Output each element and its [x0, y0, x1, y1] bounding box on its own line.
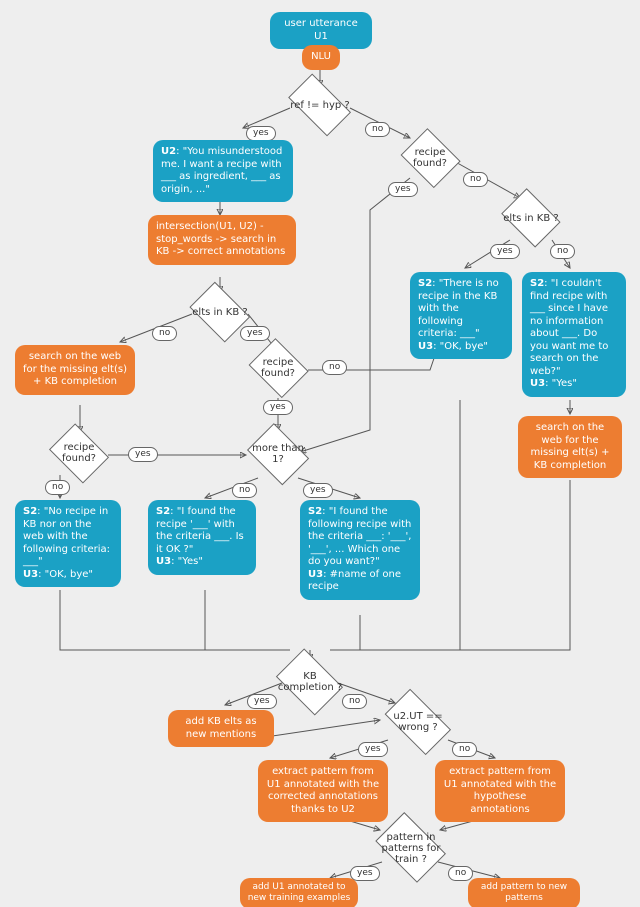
edge-label-no: no [550, 244, 575, 259]
edge-label-yes: yes [358, 742, 388, 757]
speaker: U2 [161, 146, 176, 157]
text: : "I found the recipe '___' with the cri… [156, 506, 244, 555]
edge-label-yes: yes [247, 694, 277, 709]
label: elts in KB ? [499, 213, 562, 224]
decision-recipe-found-left: recipe found? [46, 428, 112, 478]
speaker: S2 [23, 506, 37, 517]
label: recipe found? [246, 357, 310, 379]
label: add KB elts as new mentions [185, 716, 256, 740]
edge-label-no: no [152, 326, 177, 341]
node-s2-noweb: S2: "No recipe in KB nor on the web with… [15, 500, 121, 587]
node-s2-nokb: S2: "There is no recipe in the KB with t… [410, 272, 512, 359]
edge-label-no: no [463, 172, 488, 187]
decision-ref-hyp: ref != hyp ? [282, 82, 358, 128]
flowchart-canvas: user utterance U1 NLU ref != hyp ? yes n… [0, 0, 640, 907]
label: recipe found? [398, 147, 462, 169]
label: more than 1? [244, 443, 312, 465]
label: KB completion ? [272, 671, 348, 693]
text: : "I found the following recipe with the… [308, 506, 411, 567]
edge-label-no: no [322, 360, 347, 375]
label: add pattern to new patterns [481, 882, 567, 903]
decision-kb-completion: KB completion ? [272, 655, 348, 709]
label: NLU [311, 51, 331, 62]
decision-elts-kb-2: elts in KB ? [498, 194, 564, 242]
edge-label-yes: yes [350, 866, 380, 881]
speaker2: U3 [308, 569, 323, 580]
speaker2: U3 [23, 569, 38, 580]
decision-more-than-1: more than 1? [244, 428, 312, 480]
speaker2: U3 [530, 378, 545, 389]
node-web-search-right: search on the web for the missing elt(s)… [518, 416, 622, 478]
label: u2.UT == wrong ? [378, 711, 458, 733]
speaker: S2 [530, 278, 544, 289]
edge-label-no: no [365, 122, 390, 137]
edge-label-yes: yes [240, 326, 270, 341]
label: pattern in patterns for train ? [370, 832, 452, 865]
speaker: S2 [156, 506, 170, 517]
label: ref != hyp ? [286, 100, 353, 111]
text2: : "Yes" [545, 378, 577, 389]
edge-label-no: no [342, 694, 367, 709]
node-u2: U2: "You misunderstood me. I want a reci… [153, 140, 293, 202]
label: recipe found? [46, 442, 112, 464]
text2: : "OK, bye" [38, 569, 93, 580]
text: : "You misunderstood me. I want a recipe… [161, 146, 282, 195]
edge-label-yes: yes [246, 126, 276, 141]
label: elts in KB ? [188, 307, 251, 318]
speaker: S2 [418, 278, 432, 289]
node-s2-one-recipe: S2: "I found the recipe '___' with the c… [148, 500, 256, 575]
node-user-utterance: user utterance U1 [270, 12, 372, 49]
text2: : "Yes" [171, 556, 203, 567]
edge-label-no: no [232, 483, 257, 498]
speaker2: U3 [418, 341, 433, 352]
node-add-pattern: add pattern to new patterns [468, 878, 580, 907]
node-web-search-left: search on the web for the missing elt(s)… [15, 345, 135, 395]
node-pattern-hypothese: extract pattern from U1 annotated with t… [435, 760, 565, 822]
node-add-kb-mentions: add KB elts as new mentions [168, 710, 274, 747]
label: user utterance U1 [284, 18, 358, 42]
edge-label-yes: yes [128, 447, 158, 462]
node-s2-many-recipes: S2: "I found the following recipe with t… [300, 500, 420, 600]
node-add-u1-training: add U1 annotated to new training example… [240, 878, 358, 907]
speaker: S2 [308, 506, 322, 517]
text: : "I couldn't find recipe with ___ since… [530, 278, 608, 377]
label: intersection(U1, U2) - stop_words -> sea… [156, 221, 285, 257]
label: add U1 annotated to new training example… [248, 882, 351, 903]
text2: : "OK, bye" [433, 341, 488, 352]
label: extract pattern from U1 annotated with t… [444, 766, 556, 815]
label: search on the web for the missing elt(s)… [530, 422, 609, 471]
decision-recipe-found-mid: recipe found? [246, 342, 310, 394]
text: : "No recipe in KB nor on the web with t… [23, 506, 110, 567]
edge-label-no: no [45, 480, 70, 495]
decision-u2ut-wrong: u2.UT == wrong ? [378, 698, 458, 746]
node-pattern-corrected: extract pattern from U1 annotated with t… [258, 760, 388, 822]
decision-recipe-found-right: recipe found? [398, 132, 462, 184]
label: extract pattern from U1 annotated with t… [267, 766, 379, 815]
edge-label-no: no [452, 742, 477, 757]
edge-label-yes: yes [490, 244, 520, 259]
edge-label-yes: yes [303, 483, 333, 498]
node-s2-noinfo: S2: "I couldn't find recipe with ___ sin… [522, 272, 626, 397]
edge-label-yes: yes [388, 182, 418, 197]
label: search on the web for the missing elt(s)… [23, 351, 127, 387]
node-intersection: intersection(U1, U2) - stop_words -> sea… [148, 215, 296, 265]
edge-label-yes: yes [263, 400, 293, 415]
node-nlu: NLU [302, 45, 340, 70]
edge-label-no: no [448, 866, 473, 881]
decision-pattern-in-train: pattern in patterns for train ? [370, 820, 452, 876]
speaker2: U3 [156, 556, 171, 567]
